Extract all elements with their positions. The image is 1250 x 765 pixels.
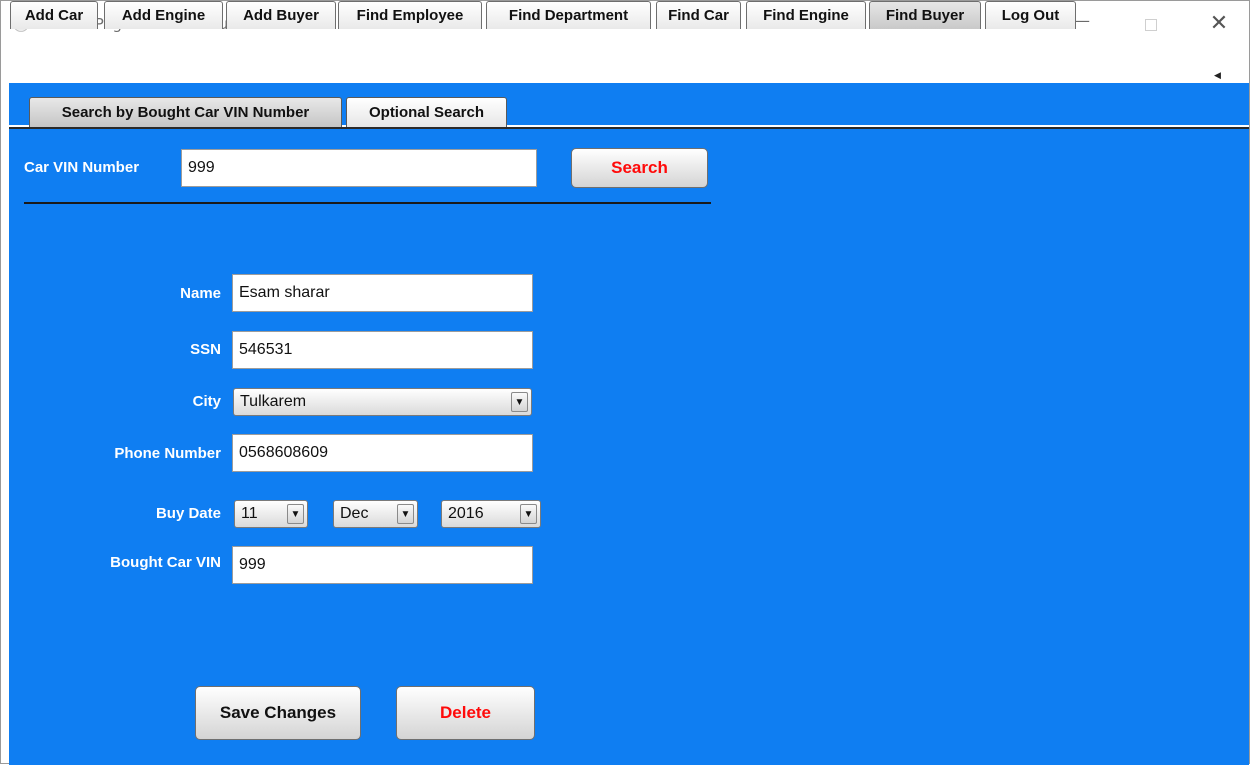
phone-field[interactable]: 0568608609: [232, 434, 533, 472]
buy-date-label: Buy Date: [155, 505, 221, 522]
save-changes-button[interactable]: Save Changes: [195, 686, 361, 740]
triangle-down-icon: ▼: [511, 392, 528, 412]
tab-find-engine[interactable]: Find Engine: [746, 1, 866, 29]
tab-find-buyer[interactable]: Find Buyer: [869, 1, 981, 29]
city-select[interactable]: Tulkarem ▼: [233, 388, 532, 416]
day-select-value: 11: [241, 505, 258, 522]
application-window: Control Page - Moath AbuSada - General A…: [0, 0, 1250, 765]
subtab-search-by-vin[interactable]: Search by Bought Car VIN Number: [29, 97, 342, 127]
year-select-value: 2016: [448, 505, 484, 522]
tab-find-department[interactable]: Find Department: [486, 1, 651, 29]
search-divider: [24, 202, 711, 204]
ssn-field[interactable]: 546531: [232, 331, 533, 369]
phone-label: Phone Number: [114, 445, 221, 462]
name-field[interactable]: Esam sharar: [232, 274, 533, 312]
month-select[interactable]: Dec ▼: [333, 500, 418, 528]
tab-find-employee[interactable]: Find Employee: [338, 1, 482, 29]
month-select-value: Dec: [340, 505, 369, 522]
year-select[interactable]: 2016 ▼: [441, 500, 541, 528]
name-label: Name: [180, 285, 221, 302]
maximize-icon: [1145, 19, 1157, 31]
tab-add-buyer[interactable]: Add Buyer: [226, 1, 336, 29]
city-select-value: Tulkarem: [240, 393, 307, 410]
car-vin-input[interactable]: 999: [181, 149, 537, 187]
triangle-down-icon: ▼: [287, 504, 304, 524]
city-label: City: [192, 393, 221, 410]
subtab-optional-search[interactable]: Optional Search: [346, 97, 507, 127]
day-select[interactable]: 11 ▼: [234, 500, 308, 528]
car-vin-label: Car VIN Number: [24, 159, 140, 176]
bought-car-vin-field[interactable]: 999: [232, 546, 533, 584]
triangle-down-icon: ▼: [397, 504, 414, 524]
maximize-button[interactable]: [1128, 7, 1174, 41]
ssn-label: SSN: [190, 341, 221, 358]
tab-log-out[interactable]: Log Out: [985, 1, 1076, 29]
bought-car-vin-label: Bought Car VIN: [110, 554, 221, 571]
tab-find-car[interactable]: Find Car: [656, 1, 741, 29]
tab-add-engine[interactable]: Add Engine: [104, 1, 223, 29]
delete-button[interactable]: Delete: [396, 686, 535, 740]
triangle-down-icon: ▼: [520, 504, 537, 524]
search-button[interactable]: Search: [571, 148, 708, 188]
close-button[interactable]: ✕: [1196, 7, 1242, 41]
tab-add-car[interactable]: Add Car: [10, 1, 98, 29]
